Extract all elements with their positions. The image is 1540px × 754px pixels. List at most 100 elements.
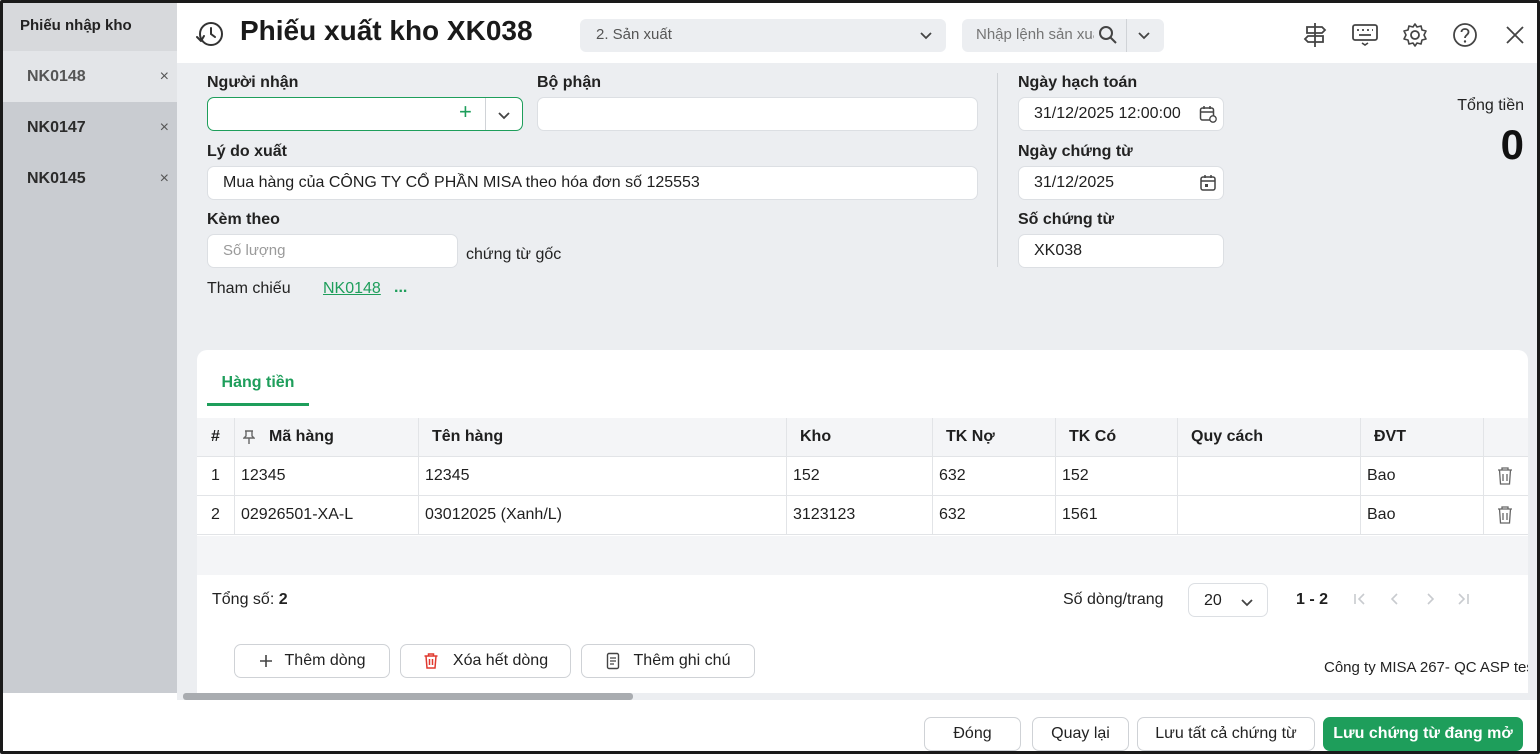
recipient-field[interactable]: +: [207, 97, 523, 131]
trash-icon: [424, 653, 438, 669]
cell-index: 2: [197, 496, 235, 534]
trash-icon[interactable]: [1484, 496, 1528, 534]
history-icon[interactable]: [195, 19, 225, 49]
doc-number-label: Số chứng từ: [1018, 211, 1115, 228]
pin-icon[interactable]: [243, 429, 255, 445]
search-input[interactable]: [976, 26, 1094, 43]
first-page-icon[interactable]: [1352, 590, 1368, 608]
tab-hang-tien[interactable]: Hàng tiền: [207, 374, 309, 406]
doc-tab-label: NK0148: [27, 67, 86, 85]
divider: [1126, 19, 1127, 52]
close-icon[interactable]: [1490, 17, 1537, 53]
department-field[interactable]: [537, 97, 978, 131]
doc-number-value: XK038: [1034, 242, 1083, 259]
delete-all-rows-button[interactable]: Xóa hết dòng: [400, 644, 571, 678]
cell-debit[interactable]: 632: [933, 457, 1056, 495]
back-button[interactable]: Quay lại: [1032, 717, 1129, 751]
save-all-button[interactable]: Lưu tất cả chứng từ: [1137, 717, 1315, 751]
grid-header-row: # Mã hàng Tên hàng Kho TK Nợ TK Có Quy c…: [197, 418, 1528, 457]
total-amount-value: 0: [1500, 121, 1524, 168]
rows-per-page-label: Số dòng/trang: [1063, 591, 1164, 608]
cell-debit[interactable]: 632: [933, 496, 1056, 534]
posting-date-field[interactable]: 31/12/2025 12:00:00: [1018, 97, 1224, 131]
cell-credit[interactable]: 1561: [1056, 496, 1178, 534]
trash-icon[interactable]: [1484, 457, 1528, 495]
close-icon[interactable]: ×: [160, 170, 169, 188]
detail-card: Hàng tiền # Mã hàng Tên hàng Kho TK Nợ T…: [197, 350, 1528, 693]
cell-index: 1: [197, 457, 235, 495]
page-title: Phiếu xuất kho XK038: [240, 15, 533, 46]
close-button[interactable]: Đóng: [924, 717, 1021, 751]
doc-tab-label: NK0145: [27, 169, 86, 187]
cell-item-name[interactable]: 03012025 (Xanh/L): [419, 496, 787, 534]
reference-more-button[interactable]: ...: [394, 279, 407, 297]
add-row-button[interactable]: Thêm dòng: [234, 644, 390, 678]
chevron-down-icon: [920, 32, 932, 40]
cell-warehouse[interactable]: 3123123: [787, 496, 933, 534]
recipient-label: Người nhận: [207, 74, 299, 91]
gear-icon[interactable]: [1390, 17, 1440, 53]
search-icon[interactable]: [1098, 25, 1118, 45]
cell-item-code[interactable]: 02926501-XA-L: [235, 496, 419, 534]
col-header-credit: TK Có: [1056, 418, 1178, 456]
col-header-index: #: [197, 418, 235, 456]
plus-icon[interactable]: +: [459, 99, 472, 125]
table-row[interactable]: 2 02926501-XA-L 03012025 (Xanh/L) 312312…: [197, 496, 1528, 535]
quantity-placeholder: Số lượng: [223, 242, 286, 259]
col-header-item-name: Tên hàng: [419, 418, 787, 456]
next-page-icon[interactable]: [1422, 590, 1438, 608]
prev-page-icon[interactable]: [1387, 590, 1403, 608]
production-order-search: [962, 19, 1164, 52]
last-page-icon[interactable]: [1455, 590, 1471, 608]
doc-tab-nk0148[interactable]: NK0148 ×: [3, 51, 177, 102]
cell-credit[interactable]: 152: [1056, 457, 1178, 495]
save-open-button[interactable]: Lưu chứng từ đang mở: [1323, 717, 1523, 751]
header-tools: [1290, 17, 1537, 53]
cell-item-name[interactable]: 12345: [419, 457, 787, 495]
main-content: Phiếu xuất kho XK038 2. Sản xuất Nhập lệ…: [177, 3, 1537, 693]
doc-date-value: 31/12/2025: [1034, 174, 1115, 191]
chevron-down-icon: [1241, 599, 1253, 607]
col-header-warehouse: Kho: [787, 418, 933, 456]
posting-date-value: 31/12/2025 12:00:00: [1034, 105, 1181, 122]
plus-icon: [259, 655, 272, 667]
total-amount-label: Tổng tiền: [1457, 97, 1524, 114]
signpost-icon[interactable]: [1290, 17, 1340, 53]
help-icon[interactable]: [1440, 17, 1490, 53]
export-type-value: 2. Sản xuất: [596, 26, 672, 43]
cell-spec[interactable]: [1178, 457, 1361, 495]
chevron-down-icon[interactable]: [1136, 26, 1152, 44]
quantity-field[interactable]: Số lượng: [207, 234, 458, 268]
cell-spec[interactable]: [1178, 496, 1361, 534]
cell-unit[interactable]: Bao: [1361, 496, 1484, 534]
department-label: Bộ phận: [537, 74, 601, 91]
calendar-icon[interactable]: [1199, 174, 1217, 192]
chevron-down-icon[interactable]: [496, 106, 512, 124]
col-header-item-code[interactable]: Mã hàng: [235, 418, 419, 456]
doc-tab-nk0145[interactable]: NK0145 ×: [3, 153, 177, 204]
table-row[interactable]: 1 12345 12345 152 632 152 Bao: [197, 457, 1528, 496]
cell-warehouse[interactable]: 152: [787, 457, 933, 495]
keyboard-icon[interactable]: [1340, 17, 1390, 53]
scrollbar-thumb[interactable]: [183, 693, 633, 700]
doc-tab-nk0147[interactable]: NK0147 ×: [3, 102, 177, 153]
reason-field[interactable]: Mua hàng của CÔNG TY CỔ PHẦN MISA theo h…: [207, 166, 978, 200]
cell-unit[interactable]: Bao: [1361, 457, 1484, 495]
reference-link[interactable]: NK0148: [323, 280, 381, 298]
export-type-select[interactable]: 2. Sản xuất: [580, 19, 946, 52]
close-icon[interactable]: ×: [160, 119, 169, 137]
add-note-button[interactable]: Thêm ghi chú: [581, 644, 755, 678]
calendar-clock-icon[interactable]: [1199, 105, 1217, 123]
rows-per-page-select[interactable]: 20: [1188, 583, 1268, 617]
doc-tab-label: NK0147: [27, 118, 86, 136]
add-row-label: Thêm dòng: [284, 652, 366, 669]
grid-total-count: Tổng số: 2: [212, 591, 288, 609]
delete-all-rows-label: Xóa hết dòng: [452, 652, 549, 669]
close-icon[interactable]: ×: [160, 68, 169, 86]
doc-number-field[interactable]: XK038: [1018, 234, 1224, 268]
attachment-label: Kèm theo: [207, 211, 280, 228]
doc-date-label: Ngày chứng từ: [1018, 143, 1133, 160]
doc-date-field[interactable]: 31/12/2025: [1018, 166, 1224, 200]
cell-item-code[interactable]: 12345: [235, 457, 419, 495]
add-note-label: Thêm ghi chú: [633, 652, 731, 669]
